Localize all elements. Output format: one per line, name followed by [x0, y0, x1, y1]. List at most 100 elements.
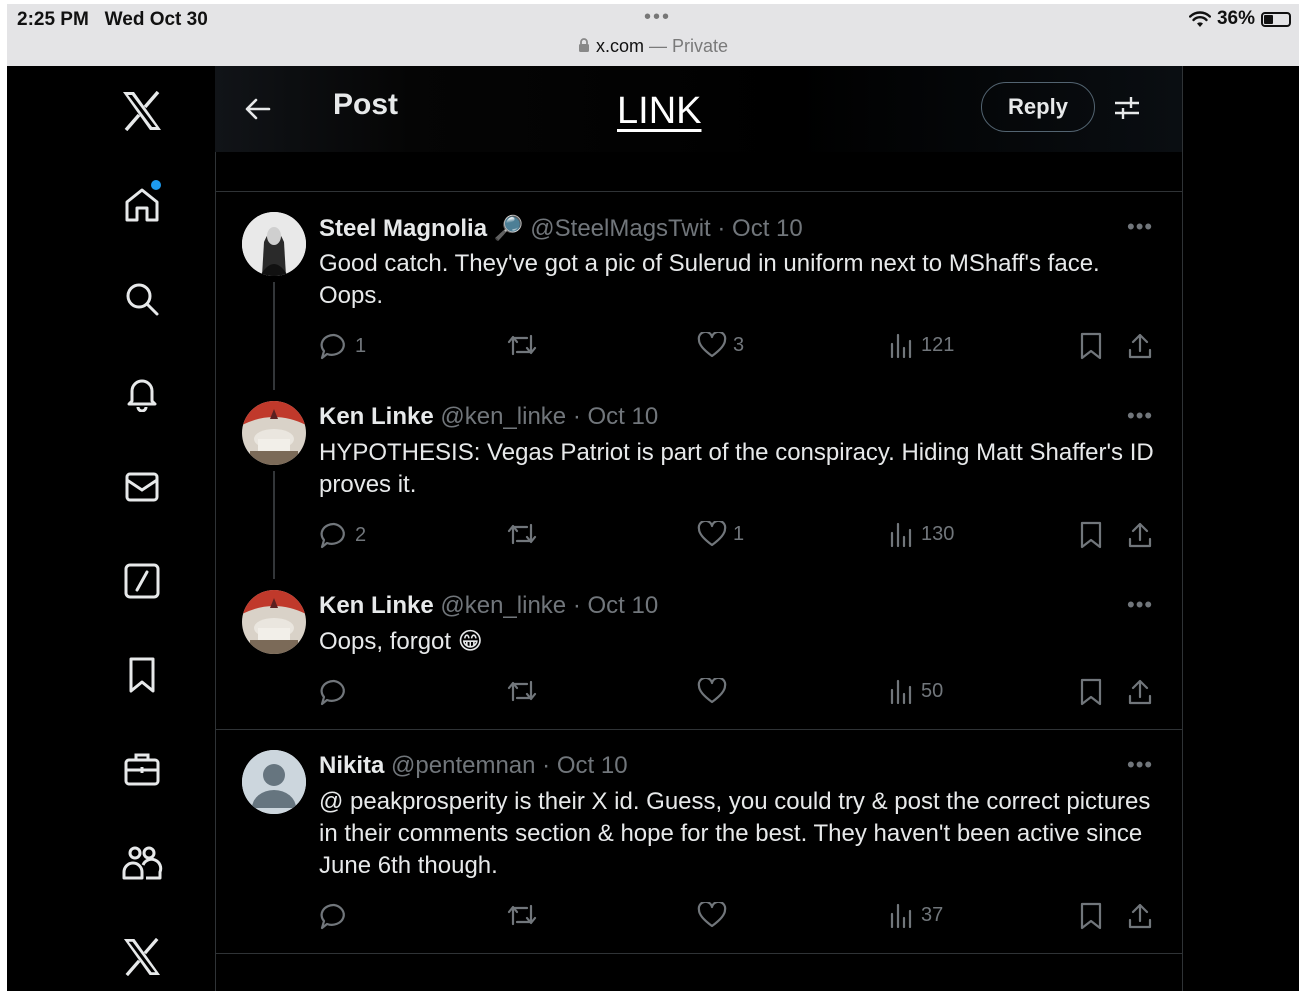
bookmark-action[interactable] — [1079, 902, 1103, 930]
tweet-date[interactable]: Oct 10 — [587, 403, 658, 430]
share-icon — [1128, 333, 1152, 359]
sidebar-item-premium[interactable] — [117, 932, 167, 982]
bookmark-icon — [1080, 332, 1102, 360]
tweet-text: HYPOTHESIS: Vegas Patriot is part of the… — [319, 439, 1154, 498]
avatar[interactable] — [242, 590, 306, 654]
bookmark-action[interactable] — [1079, 332, 1103, 360]
bell-icon — [127, 379, 157, 412]
tweet-header: Steel Magnolia 🔎 @SteelMagsTwit · Oct 10 — [319, 215, 803, 242]
home-icon — [125, 188, 159, 222]
tweet-date[interactable]: Oct 10 — [587, 592, 658, 619]
more-options-button[interactable]: ••• — [1127, 752, 1153, 778]
reply-action[interactable]: 1 — [319, 332, 366, 360]
views-action[interactable]: 50 — [889, 678, 943, 704]
wifi-icon — [1188, 10, 1211, 27]
magnifier-emoji: 🔎 — [493, 215, 524, 242]
x-app: Post LINK Reply Steel Magnolia 🔎 @SteelM… — [7, 66, 1299, 991]
divider — [215, 729, 1182, 730]
bookmark-action[interactable] — [1079, 678, 1103, 706]
share-action[interactable] — [1127, 678, 1153, 706]
sidebar-item-home[interactable] — [117, 180, 167, 230]
sidebar-item-messages[interactable] — [117, 462, 167, 512]
bookmark-icon — [1080, 678, 1102, 706]
more-options-button[interactable]: ••• — [1127, 214, 1153, 240]
sidebar-item-search[interactable] — [117, 274, 167, 324]
like-action[interactable] — [697, 902, 733, 928]
communities-icon — [122, 846, 163, 880]
author-name[interactable]: Ken Linke — [319, 403, 434, 430]
bookmark-icon — [1080, 902, 1102, 930]
sidebar-item-jobs[interactable] — [117, 744, 167, 794]
link-overlay-label[interactable]: LINK — [617, 90, 701, 133]
share-icon — [1128, 522, 1152, 548]
author-name[interactable]: Steel Magnolia — [319, 215, 487, 242]
avatar[interactable] — [242, 212, 306, 276]
retweet-action[interactable] — [507, 521, 543, 547]
like-count: 1 — [733, 522, 745, 545]
multitasking-dots[interactable]: ••• — [644, 6, 671, 29]
x-premium-icon — [123, 938, 161, 976]
share-action[interactable] — [1127, 902, 1153, 930]
avatar[interactable] — [242, 750, 306, 814]
reply-count: 1 — [355, 334, 367, 357]
reply-settings-button[interactable] — [1113, 95, 1141, 126]
like-action[interactable]: 3 — [697, 332, 744, 358]
tweet-text: Oops, forgot 😁 — [319, 628, 483, 655]
tweet-header: Ken Linke @ken_linke · Oct 10 — [319, 592, 659, 619]
reply-button[interactable]: Reply — [981, 82, 1095, 132]
back-button[interactable] — [243, 94, 273, 129]
retweet-action[interactable] — [507, 678, 543, 704]
view-count: 121 — [921, 333, 955, 356]
like-count: 3 — [733, 333, 745, 356]
more-options-button[interactable]: ••• — [1127, 403, 1153, 429]
retweet-action[interactable] — [507, 332, 543, 358]
author-handle[interactable]: @ken_linke — [440, 592, 566, 619]
like-action[interactable]: 1 — [697, 521, 744, 547]
analytics-icon — [890, 522, 912, 547]
analytics-icon — [890, 333, 912, 358]
bookmark-action[interactable] — [1079, 521, 1103, 549]
author-handle[interactable]: @ken_linke — [440, 403, 566, 430]
share-icon — [1128, 679, 1152, 705]
views-action[interactable]: 37 — [889, 902, 943, 928]
tweet-date[interactable]: Oct 10 — [732, 215, 803, 242]
sliders-icon — [1115, 97, 1139, 119]
sidebar-item-notifications[interactable] — [117, 368, 167, 418]
views-action[interactable]: 121 — [889, 332, 954, 358]
like-action[interactable] — [697, 678, 733, 704]
grinning-emoji: 😁 — [457, 628, 483, 655]
author-name[interactable]: Nikita — [319, 752, 384, 779]
reply-action[interactable] — [319, 902, 355, 930]
more-options-button[interactable]: ••• — [1127, 592, 1153, 618]
battery-icon — [1261, 11, 1291, 27]
tweet-header: Ken Linke @ken_linke · Oct 10 — [319, 403, 659, 430]
tweet-date[interactable]: Oct 10 — [557, 752, 628, 779]
browser-chrome: 2:25 PM Wed Oct 30 ••• 36% x.com — Priva… — [7, 4, 1299, 66]
sidebar-item-grok[interactable] — [117, 556, 167, 606]
author-handle[interactable]: @pentemnan — [391, 752, 535, 779]
share-icon — [1128, 903, 1152, 929]
private-label: Private — [672, 36, 729, 56]
heart-icon — [697, 678, 727, 704]
sidebar-item-bookmarks[interactable] — [117, 650, 167, 700]
envelope-icon — [125, 472, 159, 502]
address-bar[interactable]: x.com — Private — [7, 36, 1299, 57]
x-logo-home-link[interactable] — [117, 86, 167, 136]
lock-icon — [578, 38, 589, 52]
reply-action[interactable] — [319, 678, 355, 706]
default-avatar-icon — [242, 750, 306, 814]
sidebar-item-communities[interactable] — [117, 838, 167, 888]
comment-icon — [320, 522, 345, 549]
retweet-action[interactable] — [507, 902, 543, 928]
analytics-icon — [890, 679, 912, 704]
share-action[interactable] — [1127, 521, 1153, 549]
author-name[interactable]: Ken Linke — [319, 592, 434, 619]
arrow-left-icon — [245, 98, 271, 120]
share-action[interactable] — [1127, 332, 1153, 360]
reply-action[interactable]: 2 — [319, 521, 366, 549]
tweet-text: Good catch. They've got a pic of Sulerud… — [319, 250, 1100, 309]
author-handle[interactable]: @SteelMagsTwit — [530, 215, 710, 242]
avatar[interactable] — [242, 401, 306, 465]
views-action[interactable]: 130 — [889, 521, 954, 547]
tweet-actions: 1 3 121 — [319, 332, 1159, 364]
